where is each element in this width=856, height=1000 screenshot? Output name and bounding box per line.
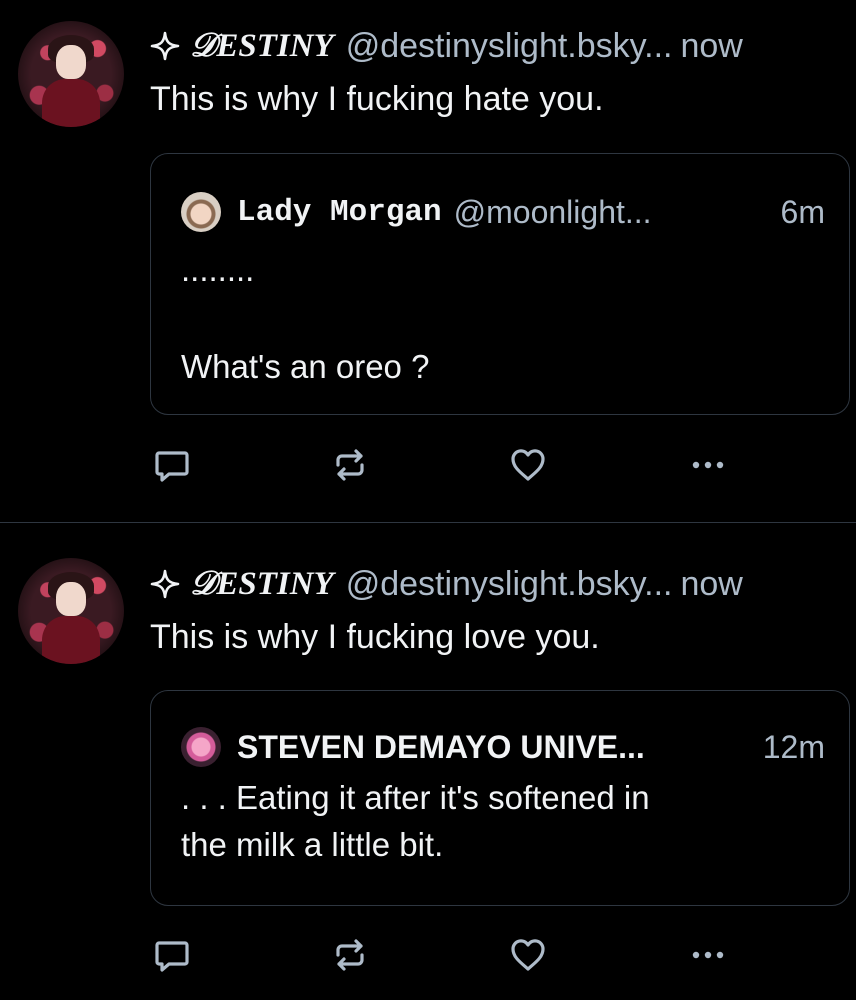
quote-card[interactable]: Lady Morgan @moonlight... 6m ........ Wh… — [150, 153, 850, 415]
post-actions — [0, 933, 856, 977]
like-button[interactable] — [506, 933, 550, 977]
repost-button[interactable] — [328, 443, 372, 487]
author-name[interactable]: 𝒟ESTINY — [190, 28, 334, 65]
more-icon — [692, 461, 724, 469]
reply-button[interactable] — [150, 933, 194, 977]
reply-icon — [155, 941, 189, 972]
quote-card[interactable]: STEVEN DEMAYO UNIVE... 12m . . . Eating … — [150, 690, 850, 906]
quote-author-name[interactable]: Lady Morgan — [237, 195, 442, 230]
sparkle-icon — [150, 569, 180, 599]
quote-header: Lady Morgan @moonlight... 6m — [181, 190, 825, 234]
reply-icon — [155, 451, 189, 482]
avatar-face — [56, 582, 86, 616]
post-time[interactable]: now — [680, 27, 742, 66]
avatar[interactable] — [18, 558, 124, 664]
post-text: This is why I fucking love you. — [150, 618, 600, 656]
post-header: 𝒟ESTINY @destinyslight.bsky... now — [150, 560, 856, 608]
post-time[interactable]: now — [680, 565, 742, 604]
avatar[interactable] — [18, 21, 124, 127]
quote-text: ........ What's an oreo ? — [181, 251, 430, 385]
heart-icon — [511, 449, 545, 481]
avatar-body — [42, 79, 100, 127]
post-header: 𝒟ESTINY @destinyslight.bsky... now — [150, 22, 856, 70]
quote-avatar[interactable] — [181, 727, 221, 767]
author-name[interactable]: 𝒟ESTINY — [190, 566, 334, 603]
post-actions — [0, 443, 856, 487]
repost-button[interactable] — [328, 933, 372, 977]
quote-time[interactable]: 6m — [781, 194, 825, 231]
quote-author-name[interactable]: STEVEN DEMAYO UNIVE... — [237, 729, 645, 766]
more-button[interactable] — [686, 443, 730, 487]
like-button[interactable] — [506, 443, 550, 487]
more-icon — [692, 951, 724, 959]
quote-time[interactable]: 12m — [763, 729, 825, 766]
post[interactable]: 𝒟ESTINY @destinyslight.bsky... now This … — [0, 0, 856, 522]
quote-author-handle[interactable]: @moonlight... — [454, 194, 652, 231]
repost-icon — [336, 449, 364, 481]
post-text: This is why I fucking hate you. — [150, 80, 604, 118]
repost-icon — [336, 939, 364, 971]
quote-text: . . . Eating it after it's softened in t… — [181, 779, 650, 863]
quote-avatar[interactable] — [181, 192, 221, 232]
author-handle[interactable]: @destinyslight.bsky... — [346, 565, 673, 604]
quote-header: STEVEN DEMAYO UNIVE... 12m — [181, 725, 825, 769]
heart-icon — [511, 939, 545, 971]
sparkle-icon — [150, 31, 180, 61]
avatar-face — [56, 45, 86, 79]
avatar-body — [42, 616, 100, 664]
reply-button[interactable] — [150, 443, 194, 487]
author-handle[interactable]: @destinyslight.bsky... — [346, 27, 673, 66]
more-button[interactable] — [686, 933, 730, 977]
post[interactable]: 𝒟ESTINY @destinyslight.bsky... now This … — [0, 523, 856, 1000]
